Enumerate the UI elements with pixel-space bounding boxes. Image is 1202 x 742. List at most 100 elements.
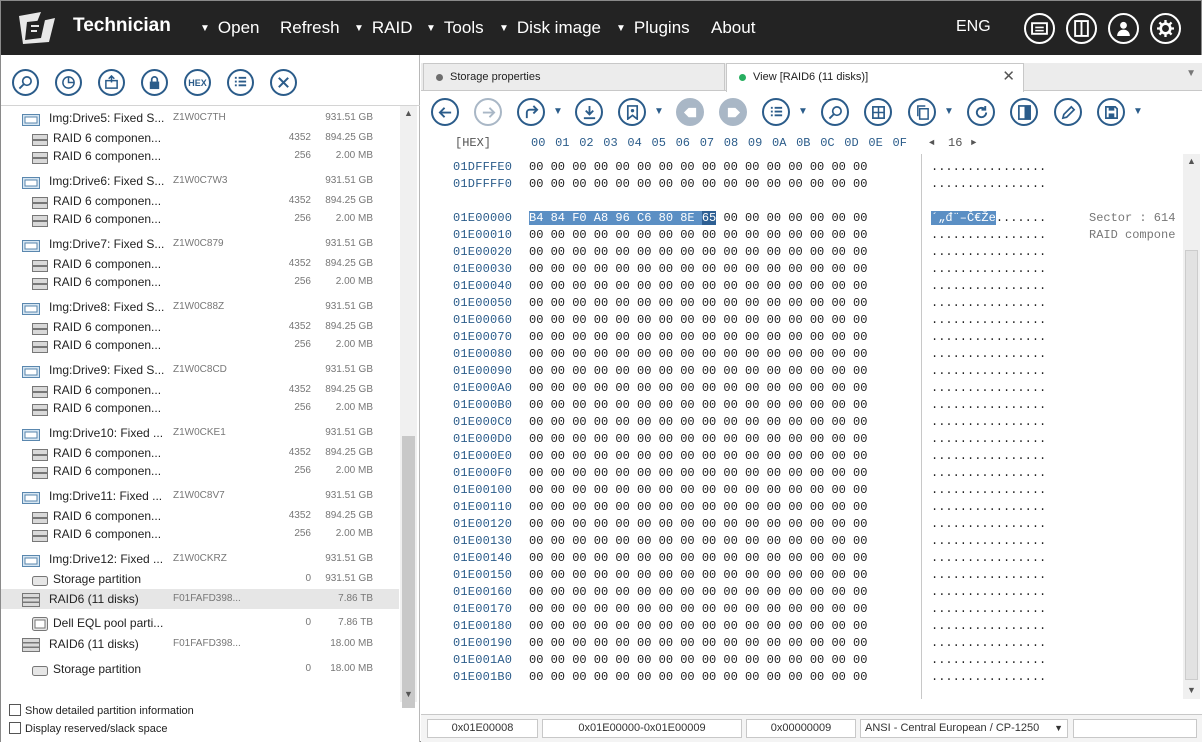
hex-row-ascii[interactable]: ................ xyxy=(931,160,1046,174)
tree-item[interactable]: RAID 6 componen... 256 2.00 MB xyxy=(1,461,399,481)
language-selector[interactable]: ENG xyxy=(956,18,991,36)
tree-item[interactable]: RAID 6 componen... 4352 894.25 GB xyxy=(1,254,399,274)
hex-row-bytes[interactable]: 00 00 00 00 00 00 00 00 00 00 00 00 00 0… xyxy=(529,568,867,582)
hex-row-ascii[interactable]: ................ xyxy=(931,449,1046,463)
hex-row-ascii[interactable]: ................ xyxy=(931,296,1046,310)
export-icon[interactable] xyxy=(98,69,125,96)
tab-list-icon[interactable]: ▼ xyxy=(1186,68,1196,79)
hex-row-bytes[interactable]: 00 00 00 00 00 00 00 00 00 00 00 00 00 0… xyxy=(529,653,867,667)
hex-row-bytes[interactable]: 00 00 00 00 00 00 00 00 00 00 00 00 00 0… xyxy=(529,177,867,191)
scroll-up-icon[interactable]: ▲ xyxy=(404,108,413,118)
dropdown-arrow-icon[interactable]: ▼ xyxy=(798,106,808,117)
display-reserved-checkbox[interactable]: Display reserved/slack space xyxy=(9,722,167,735)
dropdown-arrow-icon[interactable]: ▼ xyxy=(654,106,664,117)
encoding-select[interactable]: ANSI - Central European / CP-1250 ▼ xyxy=(860,719,1068,738)
prev-bookmark-icon[interactable] xyxy=(676,98,704,126)
hex-row-bytes[interactable]: 00 00 00 00 00 00 00 00 00 00 00 00 00 0… xyxy=(529,602,867,616)
hex-row-bytes[interactable]: 00 00 00 00 00 00 00 00 00 00 00 00 00 0… xyxy=(529,500,867,514)
hex-row-ascii[interactable]: ................ xyxy=(931,517,1046,531)
dropdown-arrow-icon[interactable]: ▼ xyxy=(944,106,954,117)
panel-layout-icon[interactable] xyxy=(1066,13,1097,44)
hex-row-bytes[interactable]: 00 00 00 00 00 00 00 00 00 00 00 00 00 0… xyxy=(529,262,867,276)
copy-icon[interactable] xyxy=(908,98,936,126)
tree-item[interactable]: Dell EQL pool parti... 0 7.86 TB xyxy=(1,613,399,633)
dropdown-arrow-icon[interactable]: ▼ xyxy=(1133,106,1143,117)
hex-row-ascii[interactable]: ´„đ¨–Č€Že....... xyxy=(931,211,1046,225)
cursor-byte[interactable]: 65 xyxy=(701,211,717,225)
gear-icon[interactable] xyxy=(1150,13,1181,44)
hex-row-ascii[interactable]: ................ xyxy=(931,466,1046,480)
hex-row-ascii[interactable]: ................ xyxy=(931,262,1046,276)
width-increase-icon[interactable]: ► xyxy=(971,138,976,148)
hex-view[interactable]: 01DFFFE0 00 00 00 00 00 00 00 00 00 00 00… xyxy=(421,154,1183,714)
tree-item[interactable]: RAID 6 componen... 256 2.00 MB xyxy=(1,524,399,544)
split-view-icon[interactable] xyxy=(1010,98,1038,126)
hex-row-bytes[interactable]: 00 00 00 00 00 00 00 00 00 00 00 00 00 0… xyxy=(529,245,867,259)
search-icon[interactable] xyxy=(821,98,849,126)
hex-row-bytes[interactable]: 00 00 00 00 00 00 00 00 00 00 00 00 00 0… xyxy=(529,347,867,361)
tree-item[interactable]: Img:Drive7: Fixed S... Z1W0C879 931.51 GB xyxy=(1,234,399,254)
tree-item[interactable]: Img:Drive10: Fixed ... Z1W0CKE1 931.51 GB xyxy=(1,423,399,443)
hex-row-bytes[interactable]: 00 00 00 00 00 00 00 00 00 00 00 00 00 0… xyxy=(529,364,867,378)
forward-icon[interactable] xyxy=(474,98,502,126)
goto-icon[interactable] xyxy=(517,98,545,126)
hex-row-ascii[interactable]: ................ xyxy=(931,228,1046,242)
hex-row-ascii[interactable]: ................ xyxy=(931,670,1046,684)
hex-row-bytes[interactable]: 00 00 00 00 00 00 00 00 00 00 00 00 00 0… xyxy=(529,670,867,684)
hex-row-ascii[interactable]: ................ xyxy=(931,653,1046,667)
hex-row-bytes[interactable]: 00 00 00 00 00 00 00 00 00 00 00 00 00 0… xyxy=(529,534,867,548)
hex-row-ascii[interactable]: ................ xyxy=(931,551,1046,565)
user-icon[interactable] xyxy=(1108,13,1139,44)
close-icon[interactable] xyxy=(270,69,297,96)
selected-bytes[interactable]: B4 84 F0 A8 96 C6 80 8E xyxy=(529,211,695,225)
tree-item[interactable]: RAID6 (11 disks) F01FAFD398... 7.86 TB xyxy=(1,589,399,609)
tree-item[interactable]: RAID 6 componen... 4352 894.25 GB xyxy=(1,506,399,526)
hex-row-bytes[interactable]: 00 00 00 00 00 00 00 00 00 00 00 00 00 0… xyxy=(529,636,867,650)
hex-row-ascii[interactable]: ................ xyxy=(931,602,1046,616)
tab-storage-properties[interactable]: Storage properties xyxy=(423,63,725,91)
hex-row-ascii[interactable]: ................ xyxy=(931,415,1046,429)
hex-row-bytes[interactable]: 00 00 00 00 00 00 00 00 00 00 00 00 00 0… xyxy=(529,330,867,344)
hex-row-bytes[interactable]: 00 00 00 00 00 00 00 00 00 00 00 00 00 0… xyxy=(529,398,867,412)
menu-disk-image[interactable]: ▼ Disk image xyxy=(499,18,601,38)
scroll-thumb[interactable] xyxy=(402,436,415,708)
next-bookmark-icon[interactable] xyxy=(719,98,747,126)
hex-row-ascii[interactable]: ................ xyxy=(931,398,1046,412)
list-icon[interactable] xyxy=(227,69,254,96)
hex-row-ascii[interactable]: ................ xyxy=(931,483,1046,497)
hex-row-ascii[interactable]: ................ xyxy=(931,534,1046,548)
scroll-thumb[interactable] xyxy=(1185,250,1198,680)
chart-icon[interactable] xyxy=(55,69,82,96)
hex-row-ascii[interactable]: ................ xyxy=(931,364,1046,378)
hex-row-bytes[interactable]: 00 00 00 00 00 00 00 00 00 00 00 00 00 0… xyxy=(529,313,867,327)
width-decrease-icon[interactable]: ◄ xyxy=(929,138,934,148)
hex-mode-label[interactable]: [HEX] xyxy=(455,136,491,150)
tree-item[interactable]: Img:Drive5: Fixed S... Z1W0C7TH 931.51 GB xyxy=(1,108,399,128)
edit-icon[interactable] xyxy=(1054,98,1082,126)
hex-row-bytes[interactable]: 00 00 00 00 00 00 00 00 00 00 00 00 00 0… xyxy=(529,228,867,242)
scroll-down-icon[interactable]: ▼ xyxy=(1187,685,1196,695)
tree-item[interactable]: RAID6 (11 disks) F01FAFD398... 18.00 MB xyxy=(1,634,399,654)
close-tab-icon[interactable]: ✕ xyxy=(1002,64,1015,90)
tree-item[interactable]: RAID 6 componen... 256 2.00 MB xyxy=(1,272,399,292)
tree-item[interactable]: Img:Drive12: Fixed ... Z1W0CKRZ 931.51 GB xyxy=(1,549,399,569)
hex-row-bytes[interactable]: 00 00 00 00 00 00 00 00 00 00 00 00 00 0… xyxy=(529,279,867,293)
hex-row-bytes[interactable]: B4 84 F0 A8 96 C6 80 8E 65 00 00 00 00 0… xyxy=(529,211,867,225)
selected-ascii[interactable]: ´„đ¨–Č€Že xyxy=(931,211,996,225)
dropdown-arrow-icon[interactable]: ▼ xyxy=(553,106,563,117)
menu-tools[interactable]: ▼ Tools xyxy=(426,18,484,38)
lock-icon[interactable] xyxy=(141,69,168,96)
list-icon[interactable] xyxy=(762,98,790,126)
menu-plugins[interactable]: ▼ Plugins xyxy=(616,18,690,38)
hex-row-ascii[interactable]: ................ xyxy=(931,636,1046,650)
tree-item[interactable]: RAID 6 componen... 256 2.00 MB xyxy=(1,209,399,229)
menu-raid[interactable]: ▼ RAID xyxy=(354,18,413,38)
hex-row-bytes[interactable]: 00 00 00 00 00 00 00 00 00 00 00 00 00 0… xyxy=(529,432,867,446)
menu-about[interactable]: About xyxy=(711,18,755,38)
hex-row-bytes[interactable]: 00 00 00 00 00 00 00 00 00 00 00 00 00 0… xyxy=(529,296,867,310)
hex-row-bytes[interactable]: 00 00 00 00 00 00 00 00 00 00 00 00 00 0… xyxy=(529,551,867,565)
hex-row-ascii[interactable]: ................ xyxy=(931,279,1046,293)
scroll-down-icon[interactable]: ▼ xyxy=(404,689,413,699)
hex-row-bytes[interactable]: 00 00 00 00 00 00 00 00 00 00 00 00 00 0… xyxy=(529,517,867,531)
bookmark-icon[interactable] xyxy=(618,98,646,126)
